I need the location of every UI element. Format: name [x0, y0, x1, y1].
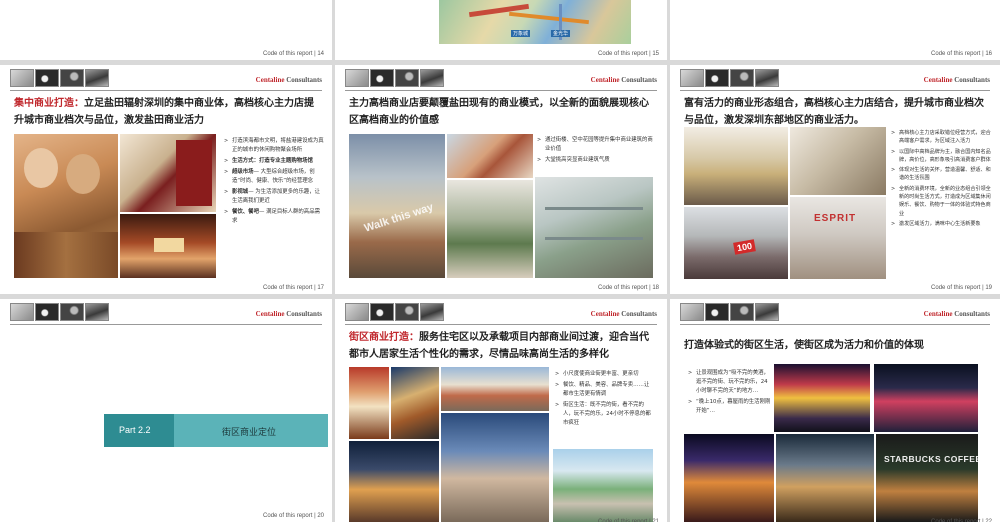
boutique-photo	[120, 134, 216, 212]
starbucks-sign: STARBUCKS COFFEE	[884, 454, 978, 464]
header-thumbnails	[10, 303, 109, 321]
mall-interior-photo	[535, 177, 653, 278]
centaline-logo: Centaline Consultants	[255, 76, 322, 84]
bullet-item: 影视城— 为生活添加更多的乐趣，让生活离我们更近	[224, 188, 324, 206]
slide-20: Centaline Consultants Part 2.2 街区商业定位 Co…	[0, 299, 332, 522]
slide-18: Centaline Consultants 主力高档商业店要颠覆盐田现有的商业模…	[335, 65, 667, 294]
bullet-item: 激发区域活力，满咪中心生活新要象	[891, 220, 995, 229]
bullet-list: 通过街楼、空中花园等提升集中商业建筑的商业价值 大堂挑高突显商业建筑气质	[537, 136, 655, 167]
cinema-hall-photo	[120, 214, 216, 278]
bullet-item: 大堂挑高突显商业建筑气质	[537, 156, 655, 165]
header-thumbnails	[680, 303, 779, 321]
bullet-item: 全新的消费环境，全新的业态组合引领全新的时尚生活方式，打造成为区域集休闲娱乐、餐…	[891, 185, 995, 218]
slide-17: Centaline Consultants 集中商业打造：立足盐田辐射深圳的集中…	[0, 65, 332, 294]
centaline-logo: Centaline Consultants	[590, 310, 657, 318]
slide-title: 富有活力的商业形态组合，高档核心主力店结合，提升城市商业档次与品位，激发深圳东部…	[684, 98, 984, 126]
night-crowd-photo	[874, 364, 978, 432]
slide-16: Code of this report | 16	[670, 0, 1000, 60]
starbucks-photo: STARBUCKS COFFEE	[876, 434, 978, 522]
slide-title: 主力高档商业店要颠覆盐田现有的商业模式，以全新的面貌展现核心区高档商业的价值感	[349, 98, 649, 126]
slide-15: 万象城 金光华 Code of this report | 15	[335, 0, 667, 60]
slide-14: Code of this report | 14	[0, 0, 332, 60]
slide-header: Centaline Consultants	[670, 65, 1000, 93]
map-label: 金光华	[551, 30, 571, 37]
bullet-item: 打造滨海都市文明，将盐港建设成为真正的城市的休闲购物聚会场所	[224, 137, 324, 155]
bullet-item: 超级市场— 大型综合超级市场，创造“时尚、健康、快乐”的经营理念	[224, 168, 324, 186]
bullet-item: 以国际中高档品牌为主，融合国内知名品牌，高价位，高形象吸引高消费客户群体	[891, 148, 995, 165]
esprit-sign: ESPRIT	[814, 213, 857, 224]
bullet-item: 高档核心主力店采取错位经营方式，迎合高端客户需求，为区域注入活力	[891, 129, 995, 146]
shoppers-floor-photo: 100	[684, 207, 788, 279]
atrium-interior-photo	[447, 180, 533, 278]
centaline-logo: Centaline Consultants	[590, 76, 657, 84]
bullet-item: 体现对生活的关怀，营造温馨、舒适、和谐的生活氛围	[891, 166, 995, 183]
bullet-item: 生活方式：打造专业主题购物场馆	[224, 157, 324, 166]
slide-title: 打造体验式的街区生活，使街区成为活力和价值的体现	[684, 340, 924, 351]
header-thumbnails	[345, 303, 444, 321]
slide-21: Centaline Consultants 街区商业打造：服务住宅区以及承载项目…	[335, 299, 667, 522]
mall-atrium-photo: Walk this way	[349, 134, 445, 278]
bar-interior-photo	[684, 434, 774, 522]
pedestrian-street-photo	[441, 367, 549, 411]
slide-header: Centaline Consultants	[335, 299, 667, 327]
bullet-item: “晚上10点，暮屋雨的生活刚刚开始”…	[688, 398, 772, 416]
bullet-item: 餐饮、精品、美容、品牌专卖……让都市生活更有情调	[555, 381, 653, 399]
centaline-logo: Centaline Consultants	[923, 310, 990, 318]
section-title: 街区商业定位	[222, 428, 277, 438]
night-street-photo	[349, 441, 439, 522]
esprit-store-photo: ESPRIT	[790, 197, 886, 279]
walkway-sign: Walk this way	[362, 201, 435, 235]
slide-footer: Code of this report | 15	[598, 51, 659, 57]
slide-footer: Code of this report | 20	[263, 513, 324, 519]
slide-header: Centaline Consultants	[670, 299, 1000, 327]
slide-footer: Code of this report | 14	[263, 51, 324, 57]
part-label: Part 2.2	[119, 425, 151, 435]
city-map-image: 万象城 金光华	[439, 0, 631, 44]
food-photo	[349, 367, 389, 439]
bullet-item: 小尺度使商业街更丰富、更亲切	[555, 370, 653, 379]
aerial-render-photo	[553, 449, 653, 522]
slide-header: Centaline Consultants	[335, 65, 667, 93]
header-thumbnails	[10, 69, 109, 87]
bullet-list: 小尺度使商业街更丰富、更亲切 餐饮、精品、美容、品牌专卖……让都市生活更有情调 …	[555, 370, 653, 430]
bullet-list: 高档核心主力店采取错位经营方式，迎合高端客户需求，为区域注入活力 以国际中高档品…	[891, 129, 995, 230]
slide-22: Centaline Consultants 打造体验式的街区生活，使街区成为活力…	[670, 299, 1000, 522]
slide-footer: Code of this report | 16	[931, 51, 992, 57]
outdoor-cafe-photo	[776, 434, 874, 522]
header-thumbnails	[345, 69, 444, 87]
store-entrance-photo	[441, 413, 549, 522]
slide-header: Centaline Consultants	[0, 299, 332, 327]
bullet-item: 餐饮、餐吧— 满足目标人群的高品需求	[224, 208, 324, 226]
centaline-logo: Centaline Consultants	[923, 76, 990, 84]
mall-corridor-photo	[790, 127, 886, 195]
shoppers-photo	[14, 134, 118, 278]
bullet-list: 让景观围成为“吸不完的美酒，逛不完的街、玩不完的乐，24小时聊不完的天”的地方……	[688, 369, 772, 418]
slide-title: 集中商业打造：立足盐田辐射深圳的集中商业体，高档核心主力店提升城市商业档次与品位…	[14, 98, 314, 126]
slide-19: Centaline Consultants 富有活力的商业形态组合，高档核心主力…	[670, 65, 1000, 294]
jewelry-counter-photo	[684, 127, 788, 205]
bullet-item: 让景观围成为“吸不完的美酒，逛不完的街、玩不完的乐，24小时聊不完的天”的地方…	[688, 369, 772, 396]
sky-garden-photo	[447, 134, 533, 178]
shopfront-photo	[391, 367, 439, 439]
section-divider-band: Part 2.2 街区商业定位	[104, 414, 328, 447]
slide-header: Centaline Consultants	[0, 65, 332, 93]
slide-footer: Code of this report | 19	[931, 285, 992, 291]
neon-street-photo	[774, 364, 870, 432]
bullet-list: 打造滨海都市文明，将盐港建设成为真正的城市的休闲购物聚会场所 生活方式：打造专业…	[224, 137, 324, 228]
centaline-logo: Centaline Consultants	[255, 310, 322, 318]
sale-sign: 100	[733, 239, 756, 255]
slide-footer: Code of this report | 17	[263, 285, 324, 291]
header-thumbnails	[680, 69, 779, 87]
bullet-item: 街区生活：既不完的街，看不完的人，玩不完的乐，24小时不停息的都市疯狂	[555, 401, 653, 428]
bullet-item: 通过街楼、空中花园等提升集中商业建筑的商业价值	[537, 136, 655, 154]
slide-title: 街区商业打造：服务住宅区以及承载项目内部商业间过渡，迎合当代都市人居家生活个性化…	[349, 332, 649, 360]
slide-footer: Code of this report | 18	[598, 285, 659, 291]
map-label: 万象城	[511, 30, 531, 37]
